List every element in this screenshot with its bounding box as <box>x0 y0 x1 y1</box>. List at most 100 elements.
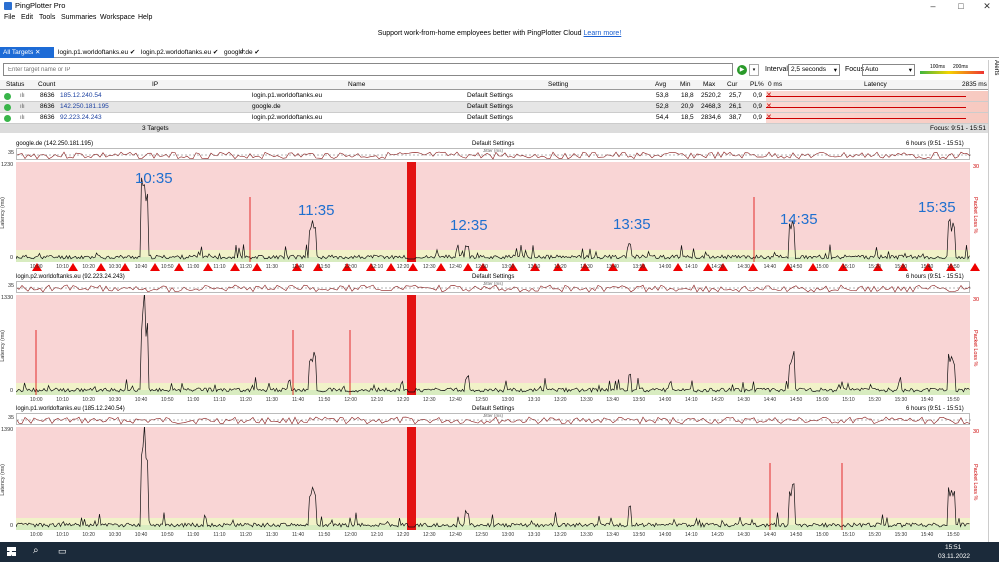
x-tick-label: 12:00 <box>344 264 357 270</box>
promo-banner: Support work-from-home employees better … <box>0 30 999 37</box>
latency-chart[interactable] <box>16 427 970 530</box>
latency-chart[interactable] <box>16 295 970 395</box>
col-pl[interactable]: PL% <box>750 81 764 88</box>
packet-loss-marker[interactable] <box>150 263 160 271</box>
col-count[interactable]: Count <box>38 81 55 88</box>
graph-range: 6 hours (9:51 - 15:51) <box>906 406 964 412</box>
add-tab-button[interactable]: + <box>240 46 245 56</box>
jitter-strip: Jitter (ms) <box>16 148 971 160</box>
x-tick-label: 15:30 <box>894 264 908 270</box>
col-ip[interactable]: IP <box>152 81 158 88</box>
menu-edit[interactable]: Edit <box>21 14 33 21</box>
packet-loss-marker[interactable] <box>386 263 396 271</box>
packet-loss-marker[interactable] <box>408 263 418 271</box>
col-avg[interactable]: Avg <box>655 81 666 88</box>
col-max[interactable]: Max <box>703 81 715 88</box>
graph-icon[interactable]: ılı <box>20 104 28 110</box>
graph-title: google.de (142.250.181.195) <box>16 141 94 147</box>
taskbar: ⌕ ▭ 15:51 03.11.2022 <box>0 542 999 562</box>
x-tick-label: 13:20 <box>554 264 567 270</box>
x-tick-label: 14:50 <box>789 397 803 403</box>
packet-loss-marker[interactable] <box>230 263 240 271</box>
packet-loss-axis-label: Packet Loss % <box>972 330 978 367</box>
x-tick-label: 11:20 <box>239 397 252 403</box>
x-tick-label: 10:10 <box>56 264 69 270</box>
graph-range: 6 hours (9:51 - 15:51) <box>906 141 964 147</box>
packet-loss-marker[interactable] <box>970 263 980 271</box>
menu-tools[interactable]: Tools <box>39 14 55 21</box>
x-tick-label: 13:20 <box>554 397 567 403</box>
y-zero-label: 0 <box>10 388 14 394</box>
menu-help[interactable]: Help <box>138 14 152 21</box>
maximize-button[interactable]: □ <box>950 0 972 12</box>
packet-loss-marker[interactable] <box>463 263 473 271</box>
x-tick-label: 10:50 <box>161 532 174 538</box>
x-tick-label: 13:00 <box>501 397 515 403</box>
packet-loss-marker[interactable] <box>96 263 106 271</box>
x-tick-label: 15:20 <box>868 397 881 403</box>
packet-loss-marker[interactable] <box>68 263 78 271</box>
graph-icon[interactable]: ılı <box>20 115 28 121</box>
x-tick-label: 11:00 <box>187 397 200 403</box>
interval-label: Interval <box>765 66 788 73</box>
x-tick-label: 13:10 <box>527 397 541 403</box>
alerts-panel[interactable]: Alerts <box>988 60 999 560</box>
graph-icon[interactable]: ılı <box>20 93 28 99</box>
time-annotation: 15:35 <box>918 199 956 216</box>
tab-login-p2[interactable]: login.p2.worldoftanks.eu ✔ <box>141 48 218 56</box>
col-min[interactable]: Min <box>680 81 690 88</box>
target-row[interactable]: 8636 185.12.240.54 login.p1.worldoftanks.e… <box>0 91 988 102</box>
packet-loss-marker[interactable] <box>120 263 130 271</box>
x-tick-label: 11:00 <box>187 264 200 270</box>
x-tick-label: 10:30 <box>108 532 122 538</box>
x-tick-label: 13:20 <box>554 532 567 538</box>
x-tick-label: 14:30 <box>737 264 750 270</box>
menu-workspace[interactable]: Workspace <box>100 14 135 21</box>
min-cell: 20,9 <box>681 103 694 110</box>
start-icon[interactable] <box>7 547 16 556</box>
latency-scale: 100ms 200ms <box>920 64 984 76</box>
packet-loss-marker[interactable] <box>436 263 446 271</box>
x-tick-label: 15:50 <box>947 264 960 270</box>
menu-file[interactable]: File <box>4 14 15 21</box>
interval-select[interactable]: 2,5 seconds ▾ <box>788 64 840 76</box>
focus-select[interactable]: Auto ▾ <box>862 64 915 76</box>
tab-all-targets[interactable]: All Targets ✕ <box>0 47 54 58</box>
x-tick-label: 10:10 <box>56 532 69 538</box>
tab-login-p1[interactable]: login.p1.worldoftanks.eu ✔ <box>58 48 135 56</box>
menu-summaries[interactable]: Summaries <box>61 14 96 21</box>
packet-loss-marker[interactable] <box>203 263 213 271</box>
x-tick-label: 15:50 <box>947 397 960 403</box>
x-tick-label: 14:10 <box>685 397 698 403</box>
x-tick-label: 13:00 <box>501 264 515 270</box>
x-tick-label: 11:50 <box>318 264 331 270</box>
x-tick-label: 14:40 <box>763 397 777 403</box>
minimize-button[interactable]: – <box>922 0 944 12</box>
jitter-y-label: 35 <box>8 283 15 289</box>
task-view-icon[interactable]: ▭ <box>58 546 67 557</box>
col-cur[interactable]: Cur <box>727 81 737 88</box>
graph-setting: Default Settings <box>472 141 515 147</box>
x-tick-label: 12:40 <box>449 264 462 270</box>
x-tick-label: 15:10 <box>842 397 855 403</box>
min-cell: 18,5 <box>681 114 694 121</box>
col-status[interactable]: Status <box>6 81 24 88</box>
packet-loss-marker[interactable] <box>252 263 262 271</box>
start-trace-button[interactable]: ▶ <box>737 65 747 75</box>
target-input[interactable] <box>3 63 733 76</box>
close-button[interactable]: ✕ <box>976 0 998 12</box>
x-tick-label: 15:40 <box>920 397 934 403</box>
search-icon[interactable]: ⌕ <box>33 545 39 556</box>
target-row[interactable]: 8636 142.250.181.195 google.de Default Sett… <box>0 102 988 113</box>
x-tick-label: 11:30 <box>265 532 278 538</box>
col-setting[interactable]: Setting <box>548 81 568 88</box>
target-row[interactable]: 8636 92.223.24.243 login.p2.worldoftanks.e… <box>0 113 988 124</box>
chevron-down-icon[interactable]: ▾ <box>749 64 759 76</box>
x-tick-label: 15:30 <box>894 397 908 403</box>
packet-loss-marker[interactable] <box>174 263 184 271</box>
x-tick-label: 10:50 <box>161 397 174 403</box>
col-name[interactable]: Name <box>348 81 365 88</box>
learn-more-link[interactable]: Learn more! <box>584 30 622 37</box>
focus-range: Focus: 9:51 - 15:51 <box>930 125 987 132</box>
packet-loss-marker[interactable] <box>673 263 683 271</box>
